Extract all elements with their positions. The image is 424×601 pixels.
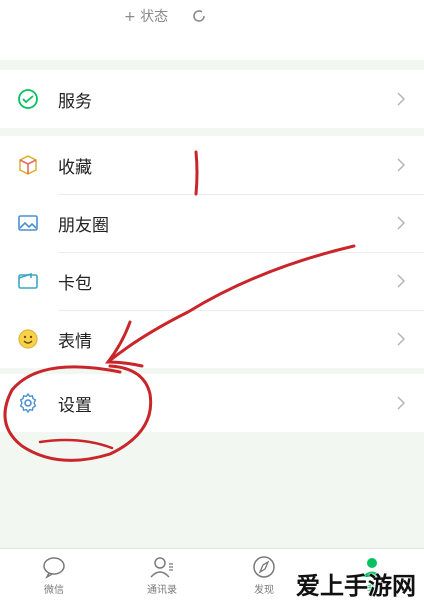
chevron-right-icon [397,274,406,288]
chevron-right-icon [397,158,406,172]
menu-item-cards[interactable]: 卡包 [0,252,424,310]
compass-icon [253,556,275,578]
moments-image-icon [18,215,38,231]
menu-item-favorites[interactable]: 收藏 [0,136,424,194]
tab-label-chats: 微信 [44,585,64,596]
chevron-right-icon [397,396,406,410]
favorites-cube-icon [19,155,37,175]
menu-item-service[interactable]: 服务 [0,70,424,128]
add-status-button[interactable]: + 状态 [124,6,168,26]
tab-chats[interactable]: 微信 [24,555,84,596]
tab-label-contacts: 通讯录 [147,585,177,596]
chevron-right-icon [397,216,406,230]
menu-item-moments[interactable]: 朋友圈 [0,194,424,252]
menu-label-service: 服务 [58,91,92,112]
settings-group: 设置 [0,374,424,432]
menu-label-cards: 卡包 [58,273,92,294]
menu-item-settings[interactable]: 设置 [0,374,424,432]
row-divider [58,310,424,311]
tab-contacts[interactable]: 通讯录 [132,555,192,596]
chevron-right-icon [397,92,406,106]
menu-label-favorites: 收藏 [58,157,92,178]
refresh-icon[interactable] [191,8,207,24]
add-status-label: + 状态 [124,9,169,25]
contacts-icon [150,557,173,578]
gear-icon [19,392,37,414]
chat-bubble-icon [43,557,65,579]
menu-label-settings: 设置 [58,395,92,416]
menu-item-stickers[interactable]: 表情 [0,310,424,368]
smiley-icon [18,329,38,349]
service-icon [18,89,38,109]
menu-label-stickers: 表情 [58,331,92,352]
tab-discover[interactable]: 发现 [234,555,294,596]
service-group: 服务 [0,70,424,128]
tab-label-discover: 发现 [254,585,274,596]
row-divider [58,194,424,195]
chevron-right-icon [397,332,406,346]
features-group: 收藏 朋友圈 卡包 表情 [0,136,424,368]
menu-label-moments: 朋友圈 [58,215,109,236]
wallet-card-icon [18,272,38,289]
row-divider [58,252,424,253]
watermark-logo: 爱上手游网 [296,572,416,600]
status-header: + 状态 [0,0,424,60]
